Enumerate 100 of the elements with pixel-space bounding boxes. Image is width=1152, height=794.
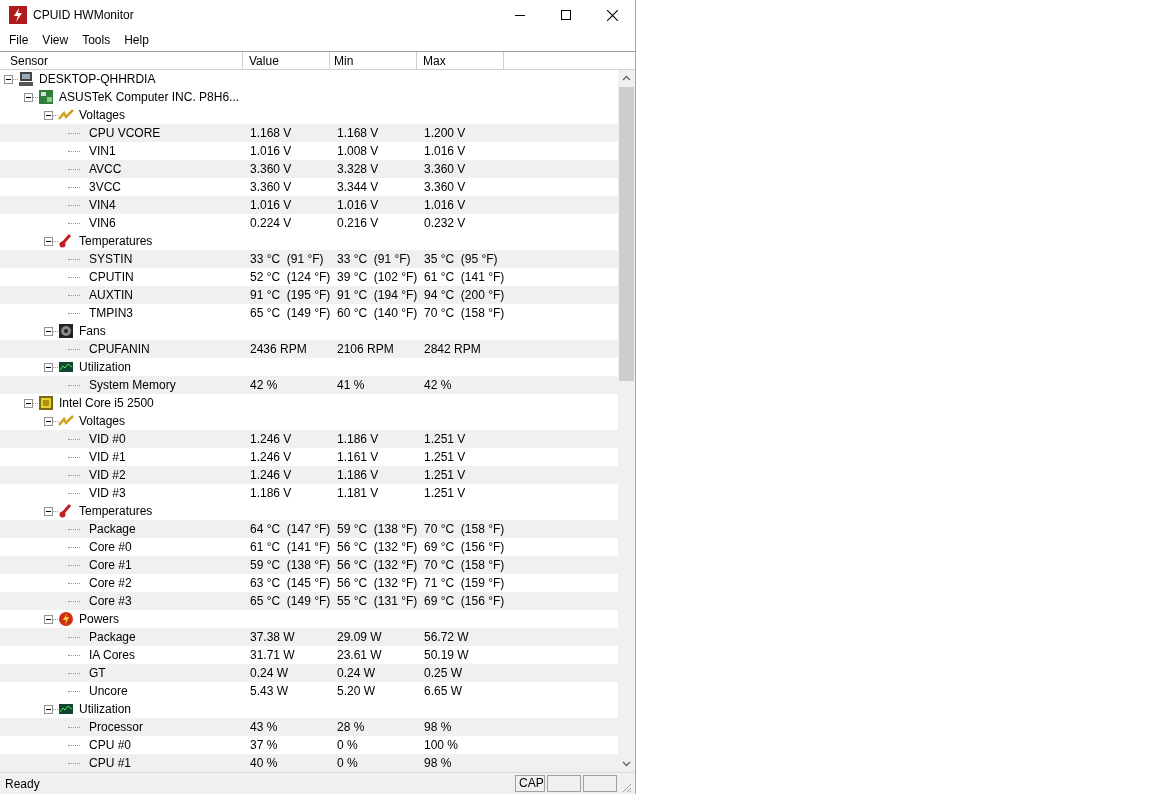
reading-cell-text: 1.186 V — [249, 485, 293, 502]
reading-cell-text: 1.168 V — [336, 125, 380, 142]
graph-icon — [58, 359, 74, 375]
sensor-name: Core #2 — [89, 575, 132, 592]
sensor-name: AUXTIN — [89, 287, 133, 304]
reading-cell-text: 1.200 V — [423, 125, 467, 142]
sensor-row[interactable]: AVCC 3.360 V 3.328 V 3.360 V — [0, 160, 618, 178]
menu-item[interactable]: File — [2, 30, 36, 50]
sensor-name: Core #3 — [89, 593, 132, 610]
sensor-name: Processor — [89, 719, 144, 736]
column-header[interactable]: Value — [243, 52, 330, 70]
column-header[interactable]: Max — [417, 52, 504, 70]
vertical-scrollbar[interactable] — [618, 70, 635, 772]
sensor-row[interactable]: VID #0 1.246 V 1.186 V 1.251 V — [0, 430, 618, 448]
window-title: CPUID HWMonitor — [33, 7, 134, 24]
tree-node-label[interactable]: Intel Core i5 2500 — [59, 394, 154, 412]
reading-cell-text: 98 % — [423, 755, 453, 772]
sensor-row[interactable]: SYSTIN 33 °C (91 °F) 33 °C (91 °F) 35 °C (95 °F) — [0, 250, 618, 268]
sensor-name: Package — [89, 521, 136, 538]
column-header[interactable]: Sensor — [0, 52, 243, 70]
reading-cell-text: 31.71 W — [249, 647, 296, 664]
collapse-toggle[interactable] — [44, 110, 53, 120]
collapse-toggle[interactable] — [44, 704, 53, 714]
status-panel — [547, 775, 581, 792]
sensor-row[interactable]: CPU VCORE 1.168 V 1.168 V 1.200 V — [0, 124, 618, 142]
reading-cell-text: 1.251 V — [423, 449, 467, 466]
collapse-toggle[interactable] — [24, 398, 33, 408]
sensor-row[interactable]: CPU #1 40 % 0 % 98 % — [0, 754, 618, 772]
tree-node-label[interactable]: Utilization — [79, 700, 132, 718]
sensor-row[interactable]: Package 37.38 W 29.09 W 56.72 W — [0, 628, 618, 646]
sensor-name: VIN6 — [89, 215, 116, 232]
reading-cell-text: 63 °C (145 °F) — [249, 575, 330, 592]
sensor-name: GT — [89, 665, 106, 682]
reading-cell-text: 100 % — [423, 737, 460, 754]
sensor-row[interactable]: VIN4 1.016 V 1.016 V 1.016 V — [0, 196, 618, 214]
reading-cell-text: 3.360 V — [249, 179, 293, 196]
column-header[interactable]: Min — [330, 52, 417, 70]
sensor-row[interactable]: Core #1 59 °C (138 °F) 56 °C (132 °F) 70 °C (158 °F) — [0, 556, 618, 574]
reading-cell-text: 61 °C (141 °F) — [249, 539, 330, 556]
tree-node-label[interactable]: Fans — [79, 322, 106, 340]
reading-cell-text: 69 °C (156 °F) — [423, 593, 504, 610]
reading-cell-text: 0 % — [336, 737, 359, 754]
reading-cell-text: 0.25 W — [423, 665, 463, 682]
menu-item[interactable]: Tools — [75, 30, 118, 50]
tree-node-label[interactable]: Temperatures — [79, 232, 153, 250]
sensor-row[interactable]: CPUFANIN 2436 RPM 2106 RPM 2842 RPM — [0, 340, 618, 358]
sensor-name: CPUFANIN — [89, 341, 150, 358]
sensor-row[interactable]: AUXTIN 91 °C (195 °F) 91 °C (194 °F) 94 °C (200 °F) — [0, 286, 618, 304]
tree-node-label[interactable]: ASUSTeK Computer INC. P8H6... — [59, 88, 240, 106]
reading-cell-text: 50.19 W — [423, 647, 470, 664]
reading-cell-text: 2842 RPM — [423, 341, 482, 358]
sensor-name: IA Cores — [89, 647, 136, 664]
reading-cell-text: 2106 RPM — [336, 341, 395, 358]
collapse-toggle[interactable] — [4, 74, 13, 84]
sensor-row[interactable]: Processor 43 % 28 % 98 % — [0, 718, 618, 736]
reading-cell-text: 61 °C (141 °F) — [423, 269, 504, 286]
tree-node-label[interactable]: Voltages — [79, 106, 126, 124]
app-logo-icon — [9, 6, 27, 24]
collapse-toggle[interactable] — [44, 506, 53, 516]
sensor-row[interactable]: VID #2 1.246 V 1.186 V 1.251 V — [0, 466, 618, 484]
sensor-row[interactable]: Package 64 °C (147 °F) 59 °C (138 °F) 70 °C (158 °F) — [0, 520, 618, 538]
reading-cell-text: 60 °C (140 °F) — [336, 305, 417, 322]
reading-cell-text: 1.161 V — [336, 449, 380, 466]
menu-item[interactable]: Help — [117, 30, 156, 50]
tree-node-label[interactable]: Powers — [79, 610, 119, 628]
sensor-name: Uncore — [89, 683, 128, 700]
tree-node-label[interactable]: Utilization — [79, 358, 132, 376]
menu-item[interactable]: View — [35, 30, 76, 50]
sensor-name: Package — [89, 629, 136, 646]
collapse-toggle[interactable] — [44, 416, 53, 426]
tree-node-label[interactable]: Voltages — [79, 412, 126, 430]
sensor-name: SYSTIN — [89, 251, 133, 268]
reading-cell-text: 1.186 V — [336, 431, 380, 448]
collapse-toggle[interactable] — [44, 614, 53, 624]
reading-cell-text: 1.016 V — [249, 197, 293, 214]
collapse-toggle[interactable] — [44, 236, 53, 246]
tree-node-label[interactable]: DESKTOP-QHHRDIA — [39, 70, 156, 88]
collapse-toggle[interactable] — [44, 326, 53, 336]
reading-cell-text: 91 °C (194 °F) — [336, 287, 417, 304]
tree-node-label[interactable]: Temperatures — [79, 502, 153, 520]
sensor-name: VIN1 — [89, 143, 116, 160]
reading-cell-text: 0.224 V — [249, 215, 293, 232]
reading-cell-text: 41 % — [336, 377, 366, 394]
reading-cell-text: 1.181 V — [336, 485, 380, 502]
reading-cell-text: 69 °C (156 °F) — [423, 539, 504, 556]
reading-cell-text: 1.016 V — [336, 197, 380, 214]
scrollbar-thumb[interactable] — [619, 87, 634, 381]
collapse-toggle[interactable] — [24, 92, 33, 102]
sensor-row[interactable]: System Memory 42 % 41 % 42 % — [0, 376, 618, 394]
reading-cell-text: 64 °C (147 °F) — [249, 521, 330, 538]
maximize-icon — [561, 10, 571, 20]
collapse-toggle[interactable] — [44, 362, 53, 372]
computer-icon — [18, 71, 34, 87]
sensor-row[interactable]: GT 0.24 W 0.24 W 0.25 W — [0, 664, 618, 682]
reading-cell-text: 52 °C (124 °F) — [249, 269, 330, 286]
status-indicator: CAP — [515, 775, 545, 792]
reading-cell-text: 28 % — [336, 719, 366, 736]
sensor-row[interactable]: Core #3 65 °C (149 °F) 55 °C (131 °F) 69 °C (156 °F) — [0, 592, 618, 610]
reading-cell-text: 1.186 V — [336, 467, 380, 484]
reading-cell-text: 59 °C (138 °F) — [249, 557, 330, 574]
